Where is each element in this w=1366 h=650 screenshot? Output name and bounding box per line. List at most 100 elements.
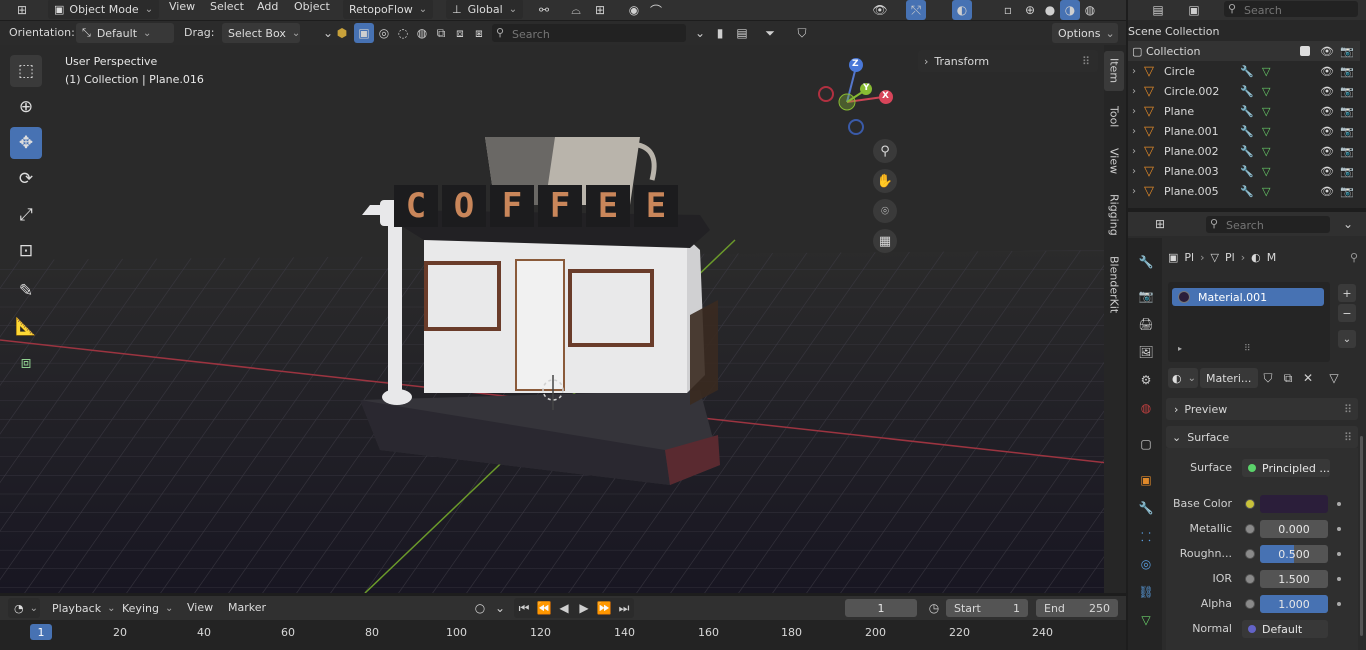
auto-keying-icon[interactable]: ○ — [470, 598, 490, 618]
object-name[interactable]: Plane.001 — [1164, 125, 1219, 138]
shield-icon[interactable]: ⛉ — [792, 23, 812, 43]
object-properties-icon[interactable]: ▣ — [1136, 470, 1156, 490]
bookmark-icon[interactable]: ▮ — [710, 23, 730, 43]
play-icon[interactable]: ▶ — [574, 598, 594, 618]
modifier-wrench-icon[interactable]: 🔧 — [1240, 145, 1254, 158]
mode-dropdown[interactable]: ▣ Object Mode — [48, 0, 160, 19]
3d-viewport[interactable]: C O F F E E User Perspective (1) Collect… — [0, 45, 1126, 593]
properties-scrollbar[interactable] — [1360, 436, 1363, 636]
outliner-row[interactable]: › ▽ Plane.001 🔧 ▽ 👁 📷 — [1128, 121, 1360, 141]
material-name-field[interactable]: Materi... — [1200, 368, 1258, 388]
editor-type-icon[interactable]: ⊞ — [12, 0, 32, 20]
select-intersect-icon[interactable]: ⧉ — [431, 23, 451, 43]
current-frame-marker[interactable]: 1 — [30, 624, 52, 640]
timeline-menu-marker[interactable]: Marker — [228, 601, 266, 614]
outliner-editor-icon[interactable]: ▤ — [1148, 0, 1168, 20]
expand-arrow-icon[interactable]: › — [1132, 126, 1136, 137]
next-keyframe-icon[interactable]: ⏩ — [594, 598, 614, 618]
outliner-search-input[interactable] — [1242, 1, 1356, 19]
collection-properties-icon[interactable]: ▢ — [1136, 434, 1156, 454]
add-cube-tool[interactable]: ⧈ — [10, 347, 42, 379]
mesh-data-icon[interactable]: ▽ — [1262, 125, 1270, 138]
metallic-field[interactable]: 0.000 — [1260, 520, 1328, 538]
duplicate-material-icon[interactable]: ⧉ — [1278, 368, 1298, 388]
remove-slot-button[interactable]: − — [1338, 304, 1356, 322]
cursor-tool[interactable]: ⊕ — [10, 91, 42, 123]
select-invert-icon[interactable]: ◍ — [412, 23, 432, 43]
mesh-data-icon[interactable]: ▽ — [1262, 165, 1270, 178]
surface-panel-header[interactable]: ⌄ Surface ⠿ — [1166, 426, 1358, 448]
surface-shader-field[interactable]: Principled ... — [1242, 459, 1330, 477]
alpha-slider[interactable]: 1.000 — [1260, 595, 1328, 613]
sidebar-tab-tool[interactable]: Tool — [1104, 97, 1124, 137]
unlink-material-icon[interactable]: ✕ — [1298, 368, 1318, 388]
modifier-wrench-icon[interactable]: 🔧 — [1240, 85, 1254, 98]
properties-options-chevron-icon[interactable]: ⌄ — [1338, 214, 1358, 234]
mesh-data-icon[interactable]: ▽ — [1262, 145, 1270, 158]
layout-icon[interactable]: ▤ — [732, 23, 752, 43]
shading-rendered-icon[interactable]: ◍ — [1080, 0, 1100, 20]
shading-material-icon[interactable]: ◑ — [1060, 0, 1080, 20]
addon-tool-icon-a[interactable]: ⧈ — [450, 23, 470, 43]
shading-wireframe-icon[interactable]: ⊕ — [1020, 0, 1040, 20]
modifier-wrench-icon[interactable]: 🔧 — [1240, 105, 1254, 118]
zoom-icon[interactable]: ⚲ — [873, 139, 897, 163]
physics-properties-icon[interactable]: ◎ — [1136, 554, 1156, 574]
particles-properties-icon[interactable]: ⸬ — [1136, 526, 1156, 546]
metallic-socket-icon[interactable] — [1245, 524, 1255, 534]
eye-icon[interactable]: 👁 — [1320, 105, 1334, 118]
eye-icon[interactable]: 👁 — [1320, 125, 1334, 138]
modifier-properties-icon[interactable]: 🔧 — [1136, 498, 1156, 518]
filter-icon[interactable]: ⏷ — [760, 23, 780, 43]
ior-field[interactable]: 1.500 — [1260, 570, 1328, 588]
eye-icon[interactable]: 👁 — [1320, 145, 1334, 158]
camera-icon[interactable]: 📷 — [1340, 185, 1354, 198]
viewport-search-input[interactable] — [510, 24, 684, 44]
object-name[interactable]: Plane.003 — [1164, 165, 1219, 178]
ior-socket-icon[interactable] — [1245, 574, 1255, 584]
eye-icon[interactable]: 👁 — [1320, 85, 1334, 98]
pin-icon[interactable]: ⚲ — [1350, 251, 1358, 264]
mesh-data-icon[interactable]: ▽ — [1262, 65, 1270, 78]
outliner-row[interactable]: › ▽ Circle.002 🔧 ▽ 👁 📷 — [1128, 81, 1360, 101]
outliner-row[interactable]: › ▽ Plane.005 🔧 ▽ 👁 📷 — [1128, 181, 1360, 201]
expand-icon[interactable]: ▸ — [1178, 344, 1182, 353]
material-slot-item[interactable]: Material.001 — [1172, 288, 1324, 306]
sidebar-tab-view[interactable]: View — [1104, 141, 1124, 181]
expand-arrow-icon[interactable]: › — [1132, 186, 1136, 197]
transform-orientation-dropdown[interactable]: ⊥ Global — [446, 0, 524, 19]
expand-arrow-icon[interactable]: › — [1132, 86, 1136, 97]
sidebar-tab-item[interactable]: Item — [1104, 51, 1124, 91]
menu-select[interactable]: Select — [210, 0, 244, 13]
roughness-slider[interactable]: 0.500 — [1260, 545, 1328, 563]
menu-add[interactable]: Add — [257, 0, 278, 13]
outliner-row[interactable]: › ▽ Circle 🔧 ▽ 👁 📷 — [1128, 61, 1360, 81]
visibility-icon[interactable]: 👁 — [870, 0, 890, 20]
keyframe-dot[interactable] — [1337, 502, 1341, 506]
view-layer-icon[interactable]: 🖼 — [1136, 342, 1156, 362]
camera-icon[interactable]: 📷 — [1340, 145, 1354, 158]
camera-view-icon[interactable]: ⌾ — [873, 199, 897, 223]
outliner-row[interactable]: › ▽ Plane.003 🔧 ▽ 👁 📷 — [1128, 161, 1360, 181]
timeline-menu-view[interactable]: View — [187, 601, 213, 614]
outliner-row[interactable]: › ▽ Plane.002 🔧 ▽ 👁 📷 — [1128, 141, 1360, 161]
add-slot-button[interactable]: + — [1338, 284, 1356, 302]
object-name[interactable]: Plane.005 — [1164, 185, 1219, 198]
camera-icon[interactable]: 📷 — [1340, 125, 1354, 138]
sidebar-tab-rigging[interactable]: Rigging — [1104, 187, 1124, 243]
constraints-properties-icon[interactable]: ⛓ — [1136, 582, 1156, 602]
eye-icon[interactable]: 👁 — [1320, 45, 1334, 58]
fake-user-shield-icon[interactable]: ⛉ — [1258, 368, 1278, 388]
keyframe-dot[interactable] — [1337, 552, 1341, 556]
alpha-socket-icon[interactable] — [1245, 599, 1255, 609]
expand-arrow-icon[interactable]: › — [1132, 106, 1136, 117]
eye-icon[interactable]: 👁 — [1320, 65, 1334, 78]
display-mode-icon[interactable]: ▣ — [1184, 0, 1204, 20]
expand-arrow-icon[interactable]: › — [1132, 66, 1136, 77]
mesh-data-icon[interactable]: ▽ — [1262, 85, 1270, 98]
output-properties-icon[interactable]: 🖨 — [1136, 314, 1156, 334]
normal-field[interactable]: Default — [1242, 620, 1328, 638]
prev-keyframe-icon[interactable]: ⏪ — [534, 598, 554, 618]
eye-icon[interactable]: 👁 — [1320, 185, 1334, 198]
annotate-tool[interactable]: ✎ — [10, 275, 42, 307]
